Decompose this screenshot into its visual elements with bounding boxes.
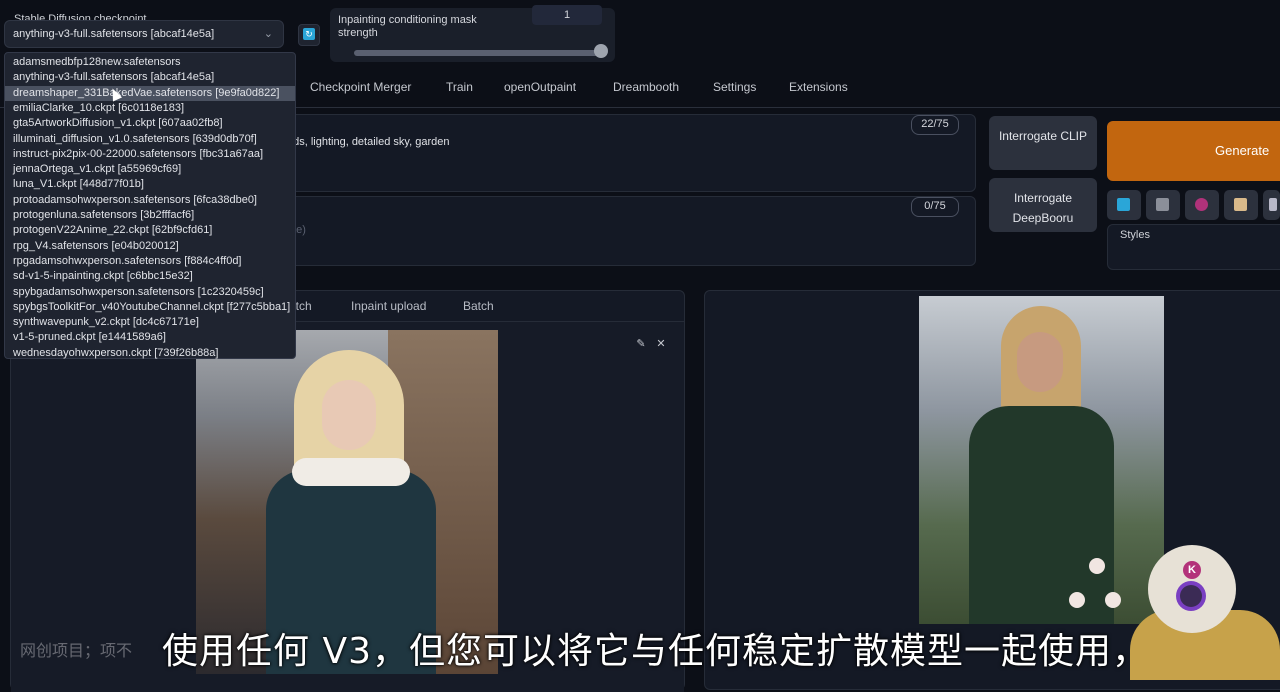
tab-train[interactable]: Train	[446, 80, 473, 94]
checkpoint-option[interactable]: instruct-pix2pix-00-22000.safetensors [f…	[5, 147, 295, 162]
styles-select[interactable]: Styles	[1107, 224, 1280, 270]
face	[322, 380, 376, 450]
watermark: 网创项目；项不	[20, 641, 133, 660]
tab-dreambooth[interactable]: Dreambooth	[613, 80, 679, 94]
clipboard-button[interactable]	[1224, 190, 1258, 220]
prompt-textarea[interactable]: uds, lighting, detailed sky, garden 22/7…	[287, 114, 976, 192]
mask-strength-label: Inpainting conditioning mask strength	[338, 14, 477, 39]
checkpoint-option[interactable]: rpgadamsohwxperson.safetensors [f884c4ff…	[5, 254, 295, 269]
checkpoint-option[interactable]: dreamshaper_331BakedVae.safetensors [9e9…	[5, 85, 295, 101]
fur-collar	[292, 458, 410, 486]
trash-icon	[1156, 198, 1169, 211]
checkpoint-option[interactable]: protogenV22Anime_22.ckpt [62bf9cfd61]	[5, 223, 295, 238]
checkpoint-option[interactable]: anything-v3-full.safetensors [abcaf14e5a…	[5, 70, 295, 85]
avatar-letter: K	[1183, 561, 1201, 579]
generate-label: Generate	[1215, 143, 1270, 158]
checkpoint-value: anything-v3-full.safetensors [abcaf14e5a…	[13, 28, 215, 40]
check-icon	[1117, 198, 1130, 211]
tunic	[969, 406, 1114, 624]
mask-strength-input[interactable]: 1	[532, 5, 602, 25]
subtab-batch[interactable]: Batch	[463, 299, 494, 313]
networks-icon	[1195, 198, 1208, 211]
mask-strength-panel: Inpainting conditioning mask strength 1	[330, 5, 615, 62]
tab-extensions[interactable]: Extensions	[789, 80, 848, 94]
checkpoint-dropdown: adamsmedbfp128new.safetensors anything-v3…	[4, 52, 296, 359]
save-icon	[1269, 198, 1277, 211]
checkpoint-select[interactable]: anything-v3-full.safetensors [abcaf14e5a…	[4, 20, 284, 48]
interrogate-deepbooru-button[interactable]: Interrogate DeepBooru	[989, 178, 1097, 232]
checkpoint-option[interactable]: spybgsToolkitFor_v40YoutubeChannel.ckpt …	[5, 300, 295, 315]
refresh-checkpoint-button[interactable]: ↻	[298, 24, 320, 46]
checkpoint-option[interactable]: protogenluna.safetensors [3b2fffacf6]	[5, 208, 295, 223]
checkpoint-option[interactable]: spybgadamsohwxperson.safetensors [1c2320…	[5, 285, 295, 300]
tab-settings[interactable]: Settings	[713, 80, 756, 94]
flower	[1105, 592, 1121, 608]
trash-button[interactable]	[1146, 190, 1180, 220]
refresh-icon: ↻	[303, 28, 315, 40]
checkpoint-option[interactable]: illuminati_diffusion_v1.0.safetensors [6…	[5, 132, 295, 147]
tab-checkpoint-merger[interactable]: Checkpoint Merger	[310, 80, 411, 94]
chevron-down-icon: ⌄	[263, 28, 273, 40]
avatar-eye-icon	[1180, 585, 1202, 607]
flower	[1069, 592, 1085, 608]
pencil-icon[interactable]: ✎	[633, 336, 649, 352]
interrogate-clip-button[interactable]: Interrogate CLIP	[989, 116, 1097, 170]
styles-label: Styles	[1120, 229, 1150, 241]
checkpoint-option[interactable]: wednesdayohwxperson.ckpt [739f26b88a]	[5, 346, 295, 361]
checkpoint-option[interactable]: luna_V1.ckpt [448d77f01b]	[5, 177, 295, 192]
prompt-text: uds, lighting, detailed sky, garden	[287, 136, 450, 148]
checkpoint-option[interactable]: gta5ArtworkDiffusion_v1.ckpt [607aa02fb8…	[5, 116, 295, 131]
checkpoint-option[interactable]: rpg_V4.safetensors [e04b020012]	[5, 239, 295, 254]
negative-token-counter: 0/75	[911, 197, 959, 217]
prompt-token-counter: 22/75	[911, 115, 959, 135]
checkpoint-option[interactable]: synthwavepunk_v2.ckpt [dc4c67171e]	[5, 315, 295, 330]
close-icon[interactable]: ✕	[653, 336, 669, 352]
avatar: K	[1148, 545, 1236, 633]
clipboard-icon	[1234, 198, 1247, 211]
flower	[1089, 558, 1105, 574]
checkpoint-option[interactable]: emiliaClarke_10.ckpt [6c0118e183]	[5, 101, 295, 116]
negative-prompt-textarea[interactable]: ate) 0/75	[287, 196, 976, 266]
mask-strength-slider[interactable]	[354, 50, 604, 56]
subtab-inpaint-upload[interactable]: Inpaint upload	[351, 299, 426, 313]
face	[1017, 332, 1063, 392]
checkpoint-option[interactable]: adamsmedbfp128new.safetensors	[5, 55, 295, 70]
tab-openoutpaint[interactable]: openOutpaint	[504, 80, 576, 94]
video-subtitle: 使用任何 V3，但您可以将它与任何稳定扩散模型一起使用，	[162, 631, 1149, 672]
mask-strength-slider-thumb[interactable]	[594, 44, 608, 58]
save-style-button[interactable]	[1263, 190, 1280, 220]
generate-button[interactable]: Generate	[1107, 121, 1280, 181]
output-image	[919, 296, 1164, 624]
extra-networks-button[interactable]	[1185, 190, 1219, 220]
checkpoint-option[interactable]: v1-5-pruned.ckpt [e1441589a6]	[5, 330, 295, 345]
checkbox-tool-button[interactable]	[1107, 190, 1141, 220]
checkpoint-option[interactable]: jennaOrtega_v1.ckpt [a55969cf69]	[5, 162, 295, 177]
checkpoint-option[interactable]: protoadamsohwxperson.safetensors [6fca38…	[5, 193, 295, 208]
checkpoint-option[interactable]: sd-v1-5-inpainting.ckpt [c6bbc15e32]	[5, 269, 295, 284]
